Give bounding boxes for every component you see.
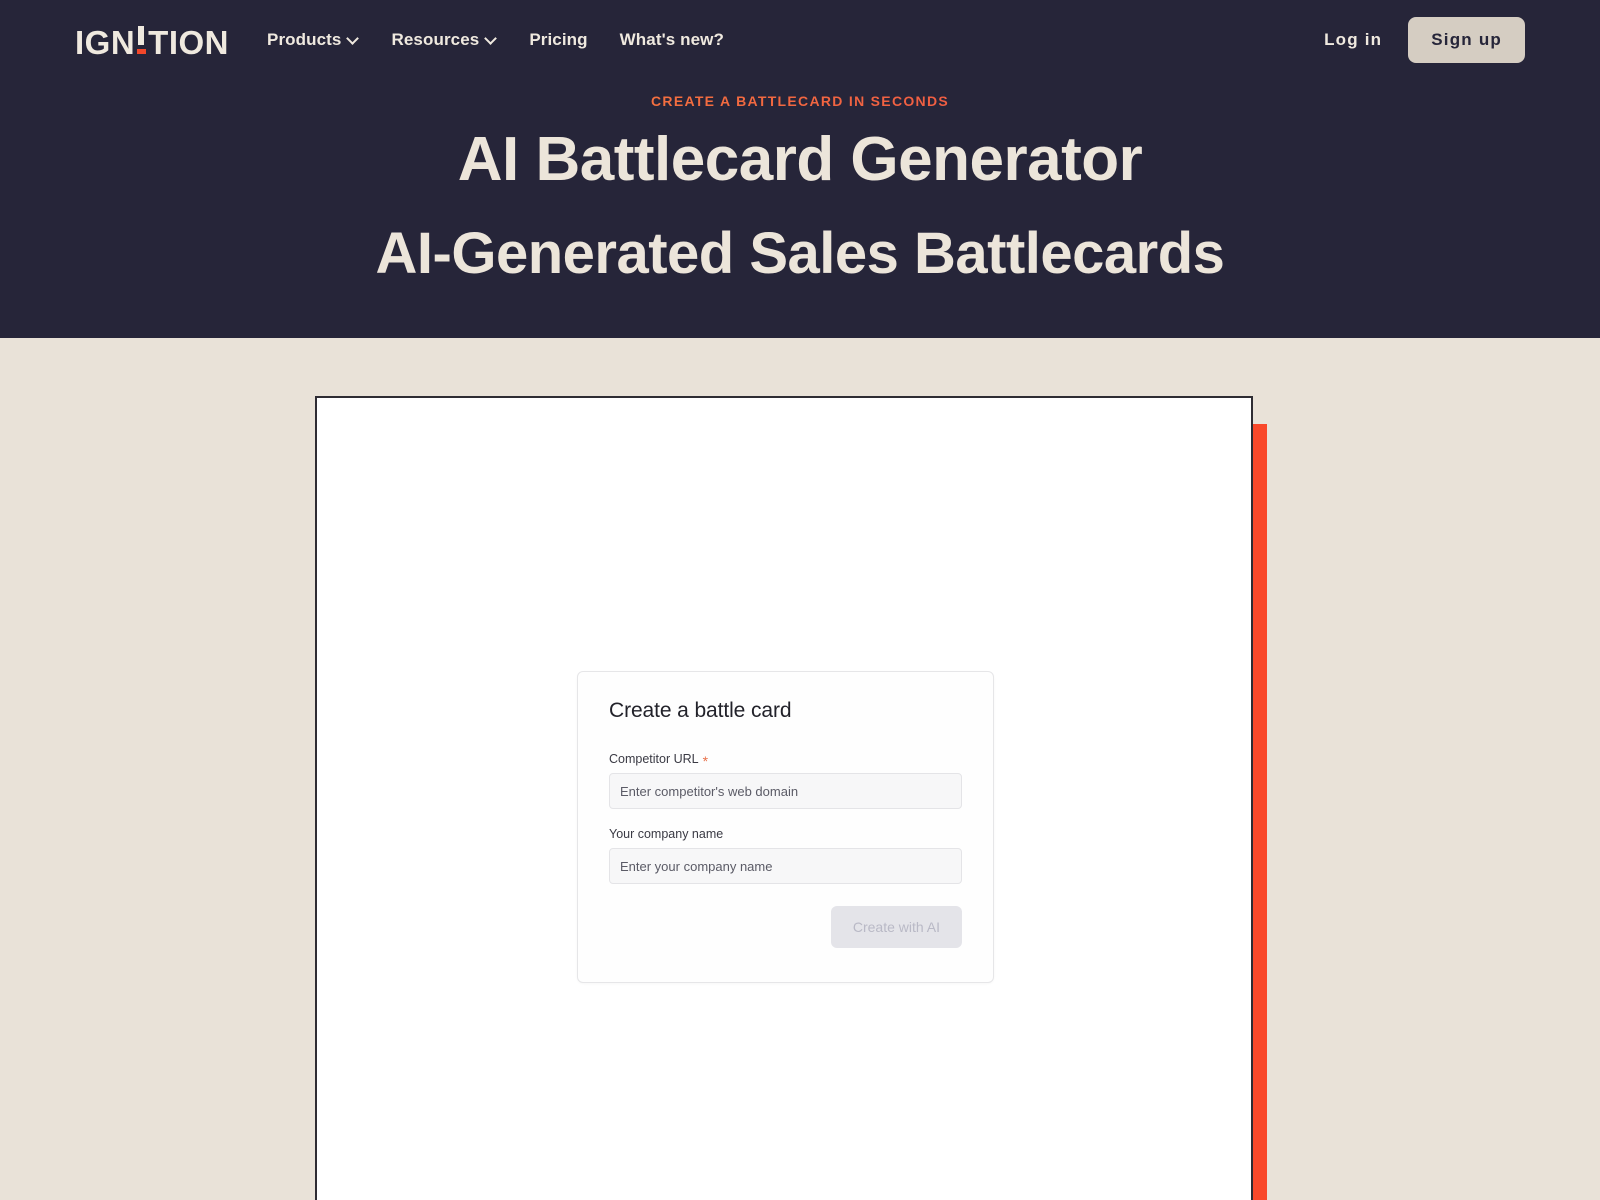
hero-section: IGN TION Products Resources Pricing What'… xyxy=(0,0,1600,338)
hero-eyebrow: CREATE A BATTLECARD IN SECONDS xyxy=(0,93,1600,109)
signup-button[interactable]: Sign up xyxy=(1408,17,1525,63)
create-battlecard-form: Create a battle card Competitor URL * Yo… xyxy=(577,671,994,983)
nav-item-pricing[interactable]: Pricing xyxy=(529,30,587,50)
field-competitor-url: Competitor URL * xyxy=(609,752,962,809)
chevron-down-icon xyxy=(486,33,497,44)
chevron-down-icon xyxy=(348,33,359,44)
embed-card: Create a battle card Competitor URL * Yo… xyxy=(315,396,1253,1200)
nav-item-products[interactable]: Products xyxy=(267,30,359,50)
nav-label-pricing: Pricing xyxy=(529,30,588,49)
competitor-url-input[interactable] xyxy=(609,773,962,809)
hero-body: CREATE A BATTLECARD IN SECONDS AI Battle… xyxy=(0,80,1600,285)
company-name-input[interactable] xyxy=(609,848,962,884)
field-label-competitor-url: Competitor URL * xyxy=(609,752,962,769)
nav-item-resources[interactable]: Resources xyxy=(391,30,497,50)
nav-label-products: Products xyxy=(267,30,342,49)
ignition-logo[interactable]: IGN TION xyxy=(75,24,229,59)
nav-actions: Log in Sign up xyxy=(1324,17,1525,63)
logo-text-pre: IGN xyxy=(75,23,136,61)
nav-links: Products Resources Pricing What's new? xyxy=(267,30,1324,50)
form-title: Create a battle card xyxy=(609,699,792,722)
form-actions: Create with AI xyxy=(609,906,962,948)
field-label-text: Your company name xyxy=(609,827,724,841)
login-link[interactable]: Log in xyxy=(1324,30,1382,50)
embed-shell: Create a battle card Competitor URL * Yo… xyxy=(315,396,1267,1200)
page-subtitle: AI-Generated Sales Battlecards xyxy=(375,221,1225,287)
navigation-bar: IGN TION Products Resources Pricing What'… xyxy=(0,0,1600,80)
main-content: Create a battle card Competitor URL * Yo… xyxy=(0,338,1600,1200)
required-marker: * xyxy=(702,753,709,769)
nav-item-whats-new[interactable]: What's new? xyxy=(620,30,724,50)
nav-label-resources: Resources xyxy=(391,30,480,49)
field-company-name: Your company name xyxy=(609,827,962,884)
field-label-text: Competitor URL xyxy=(609,752,699,766)
page-title: AI Battlecard Generator xyxy=(457,125,1143,194)
field-label-company-name: Your company name xyxy=(609,827,962,841)
create-with-ai-button[interactable]: Create with AI xyxy=(830,906,962,948)
logo-exclamation-icon xyxy=(137,24,147,54)
logo-text-post: TION xyxy=(148,23,229,61)
nav-label-whats-new: What's new? xyxy=(619,30,724,49)
